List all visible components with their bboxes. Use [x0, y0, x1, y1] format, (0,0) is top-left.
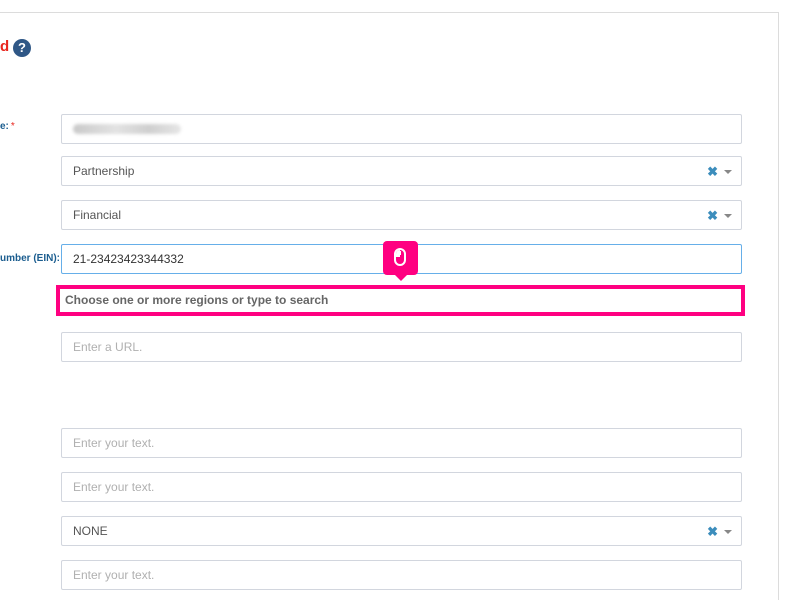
url-input[interactable]: Enter a URL. [61, 332, 742, 362]
clear-icon[interactable]: ✖ [707, 525, 718, 538]
name-label: e: * [0, 121, 15, 132]
redacted-name-value [73, 124, 181, 134]
industry-controls: ✖ [707, 201, 732, 229]
click-indicator [383, 241, 418, 281]
caret-down-icon[interactable] [724, 213, 732, 218]
industry-select[interactable]: Financial ✖ [61, 200, 742, 230]
text-input-1[interactable]: Enter your text. [61, 428, 742, 458]
option-select[interactable]: NONE ✖ [61, 516, 742, 546]
regions-placeholder: Choose one or more regions or type to se… [65, 293, 329, 307]
text-input-2-placeholder: Enter your text. [73, 480, 155, 494]
caret-down-icon[interactable] [724, 529, 732, 534]
mouse-icon [394, 248, 406, 266]
clear-icon[interactable]: ✖ [707, 165, 718, 178]
url-placeholder: Enter a URL. [73, 340, 143, 354]
option-select-controls: ✖ [707, 517, 732, 545]
required-star: * [10, 121, 15, 132]
regions-select[interactable]: Choose one or more regions or type to se… [56, 285, 745, 316]
entity-type-select[interactable]: Partnership ✖ [61, 156, 742, 186]
text-input-1-placeholder: Enter your text. [73, 436, 155, 450]
ein-label: umber (EIN): [0, 253, 60, 264]
option-select-value: NONE [73, 524, 108, 538]
name-input[interactable] [61, 114, 742, 144]
section-title: d [0, 38, 10, 55]
caret-down-icon[interactable] [724, 169, 732, 174]
text-input-3[interactable]: Enter your text. [61, 560, 742, 590]
clear-icon[interactable]: ✖ [707, 209, 718, 222]
help-icon[interactable]: ? [13, 39, 31, 57]
entity-type-controls: ✖ [707, 157, 732, 185]
name-label-text: e: [0, 121, 9, 132]
text-input-3-placeholder: Enter your text. [73, 568, 155, 582]
ein-value: 21-23423423344332 [73, 252, 184, 266]
industry-value: Financial [73, 208, 122, 222]
entity-type-value: Partnership [73, 164, 135, 178]
text-input-2[interactable]: Enter your text. [61, 472, 742, 502]
